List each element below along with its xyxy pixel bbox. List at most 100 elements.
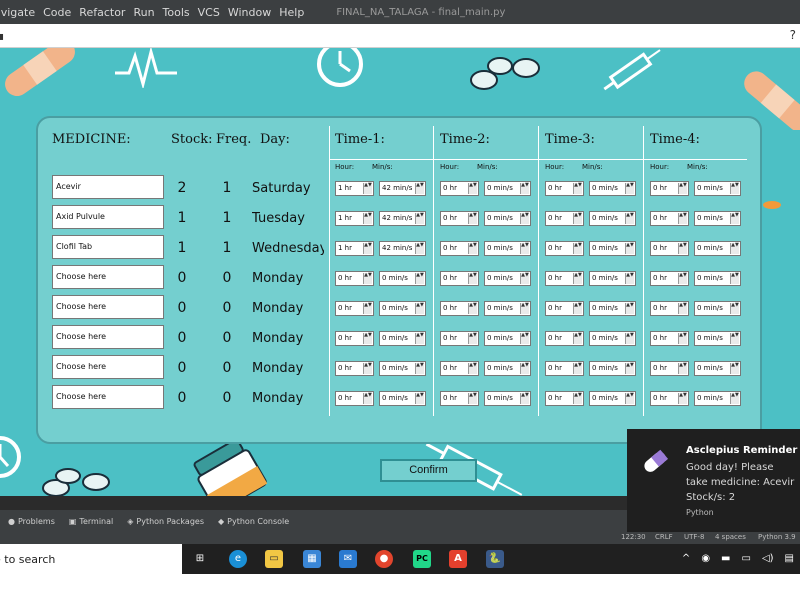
hour-spinbox[interactable]: 0 hr ▲▼ — [650, 241, 689, 256]
spin-arrows-icon[interactable]: ▲▼ — [625, 183, 634, 194]
spin-arrows-icon[interactable]: ▲▼ — [573, 243, 582, 254]
confirm-button[interactable]: Confirm — [380, 459, 477, 482]
display-icon[interactable]: ▭ — [742, 553, 751, 564]
spin-arrows-icon[interactable]: ▲▼ — [363, 333, 372, 344]
medicine-select[interactable]: Acevir — [52, 175, 164, 199]
spin-arrows-icon[interactable]: ▲▼ — [730, 363, 739, 374]
minute-spinbox[interactable]: 0 min/s ▲▼ — [484, 331, 531, 346]
spin-arrows-icon[interactable]: ▲▼ — [468, 363, 477, 374]
spin-arrows-icon[interactable]: ▲▼ — [730, 303, 739, 314]
minute-spinbox[interactable]: 0 min/s ▲▼ — [589, 241, 636, 256]
spin-arrows-icon[interactable]: ▲▼ — [415, 243, 424, 254]
minute-spinbox[interactable]: 0 min/s ▲▼ — [379, 301, 426, 316]
minute-spinbox[interactable]: 0 min/s ▲▼ — [694, 181, 741, 196]
menu-tools[interactable]: Tools — [159, 6, 194, 19]
hour-spinbox[interactable]: 0 hr ▲▼ — [440, 331, 479, 346]
menu-window[interactable]: Window — [224, 6, 275, 19]
menu-vcs[interactable]: VCS — [194, 6, 224, 19]
spin-arrows-icon[interactable]: ▲▼ — [520, 213, 529, 224]
medicine-select[interactable]: Clofil Tab — [52, 235, 164, 259]
minute-spinbox[interactable]: 0 min/s ▲▼ — [589, 211, 636, 226]
spin-arrows-icon[interactable]: ▲▼ — [730, 243, 739, 254]
app-tray-icon[interactable]: ◉ — [701, 553, 710, 564]
minute-spinbox[interactable]: 42 min/s ▲▼ — [379, 241, 426, 256]
minute-spinbox[interactable]: 0 min/s ▲▼ — [379, 361, 426, 376]
python-app-icon[interactable]: 🐍 — [486, 550, 504, 568]
spin-arrows-icon[interactable]: ▲▼ — [363, 363, 372, 374]
spin-arrows-icon[interactable]: ▲▼ — [678, 333, 687, 344]
hour-spinbox[interactable]: 0 hr ▲▼ — [545, 241, 584, 256]
minute-spinbox[interactable]: 0 min/s ▲▼ — [484, 241, 531, 256]
help-button[interactable]: ? — [790, 28, 796, 42]
spin-arrows-icon[interactable]: ▲▼ — [468, 273, 477, 284]
spin-arrows-icon[interactable]: ▲▼ — [625, 303, 634, 314]
tab-terminal[interactable]: ▣ Terminal — [69, 517, 113, 526]
spin-arrows-icon[interactable]: ▲▼ — [625, 333, 634, 344]
hour-spinbox[interactable]: 0 hr ▲▼ — [650, 181, 689, 196]
spin-arrows-icon[interactable]: ▲▼ — [625, 213, 634, 224]
spin-arrows-icon[interactable]: ▲▼ — [730, 183, 739, 194]
minute-spinbox[interactable]: 0 min/s ▲▼ — [589, 181, 636, 196]
minute-spinbox[interactable]: 0 min/s ▲▼ — [589, 361, 636, 376]
hour-spinbox[interactable]: 0 hr ▲▼ — [440, 361, 479, 376]
spin-arrows-icon[interactable]: ▲▼ — [573, 213, 582, 224]
hour-spinbox[interactable]: 1 hr ▲▼ — [335, 241, 374, 256]
spin-arrows-icon[interactable]: ▲▼ — [520, 243, 529, 254]
toast-notification[interactable]: Asclepius Reminder Good day! Please take… — [627, 429, 800, 532]
spin-arrows-icon[interactable]: ▲▼ — [468, 393, 477, 404]
minute-spinbox[interactable]: 42 min/s ▲▼ — [379, 211, 426, 226]
medicine-select[interactable]: Choose here — [52, 355, 164, 379]
volume-icon[interactable]: ◁) — [762, 553, 774, 564]
spin-arrows-icon[interactable]: ▲▼ — [625, 363, 634, 374]
spin-arrows-icon[interactable]: ▲▼ — [678, 243, 687, 254]
network-icon[interactable]: ▬ — [721, 553, 730, 564]
spin-arrows-icon[interactable]: ▲▼ — [678, 183, 687, 194]
medicine-select[interactable]: Choose here — [52, 385, 164, 409]
minute-spinbox[interactable]: 0 min/s ▲▼ — [694, 361, 741, 376]
spin-arrows-icon[interactable]: ▲▼ — [573, 303, 582, 314]
status-interpreter[interactable]: Python 3.9 — [758, 533, 796, 541]
hour-spinbox[interactable]: 0 hr ▲▼ — [650, 301, 689, 316]
minute-spinbox[interactable]: 0 min/s ▲▼ — [694, 241, 741, 256]
minute-spinbox[interactable]: 0 min/s ▲▼ — [379, 331, 426, 346]
spin-arrows-icon[interactable]: ▲▼ — [415, 273, 424, 284]
spin-arrows-icon[interactable]: ▲▼ — [678, 363, 687, 374]
spin-arrows-icon[interactable]: ▲▼ — [415, 183, 424, 194]
hour-spinbox[interactable]: 0 hr ▲▼ — [545, 211, 584, 226]
spin-arrows-icon[interactable]: ▲▼ — [730, 333, 739, 344]
hour-spinbox[interactable]: 0 hr ▲▼ — [440, 181, 479, 196]
spin-arrows-icon[interactable]: ▲▼ — [468, 183, 477, 194]
menu-refactor[interactable]: Refactor — [75, 6, 129, 19]
minute-spinbox[interactable]: 42 min/s ▲▼ — [379, 181, 426, 196]
hour-spinbox[interactable]: 0 hr ▲▼ — [650, 271, 689, 286]
spin-arrows-icon[interactable]: ▲▼ — [625, 393, 634, 404]
hour-spinbox[interactable]: 0 hr ▲▼ — [545, 301, 584, 316]
notification-icon[interactable]: ▤ — [785, 553, 794, 564]
edge-icon[interactable]: e — [229, 550, 247, 568]
minute-spinbox[interactable]: 0 min/s ▲▼ — [589, 271, 636, 286]
spin-arrows-icon[interactable]: ▲▼ — [678, 303, 687, 314]
hour-spinbox[interactable]: 0 hr ▲▼ — [335, 361, 374, 376]
hour-spinbox[interactable]: 0 hr ▲▼ — [440, 211, 479, 226]
minute-spinbox[interactable]: 0 min/s ▲▼ — [484, 391, 531, 406]
minute-spinbox[interactable]: 0 min/s ▲▼ — [484, 271, 531, 286]
spin-arrows-icon[interactable]: ▲▼ — [363, 273, 372, 284]
spin-arrows-icon[interactable]: ▲▼ — [468, 333, 477, 344]
acrobat-icon[interactable]: A — [449, 550, 467, 568]
status-encoding[interactable]: UTF-8 — [684, 533, 704, 541]
tab-problems[interactable]: ● Problems — [8, 517, 55, 526]
spin-arrows-icon[interactable]: ▲▼ — [730, 213, 739, 224]
minute-spinbox[interactable]: 0 min/s ▲▼ — [694, 391, 741, 406]
tab-python-packages[interactable]: ◈ Python Packages — [127, 517, 204, 526]
hour-spinbox[interactable]: 0 hr ▲▼ — [440, 241, 479, 256]
spin-arrows-icon[interactable]: ▲▼ — [363, 213, 372, 224]
spin-arrows-icon[interactable]: ▲▼ — [678, 273, 687, 284]
chrome-icon[interactable]: ● — [375, 550, 393, 568]
medicine-select[interactable]: Choose here — [52, 325, 164, 349]
spin-arrows-icon[interactable]: ▲▼ — [730, 273, 739, 284]
spin-arrows-icon[interactable]: ▲▼ — [573, 273, 582, 284]
task-view-icon[interactable]: ⊞ — [191, 550, 209, 568]
hour-spinbox[interactable]: 0 hr ▲▼ — [440, 301, 479, 316]
hour-spinbox[interactable]: 0 hr ▲▼ — [545, 391, 584, 406]
spin-arrows-icon[interactable]: ▲▼ — [363, 243, 372, 254]
